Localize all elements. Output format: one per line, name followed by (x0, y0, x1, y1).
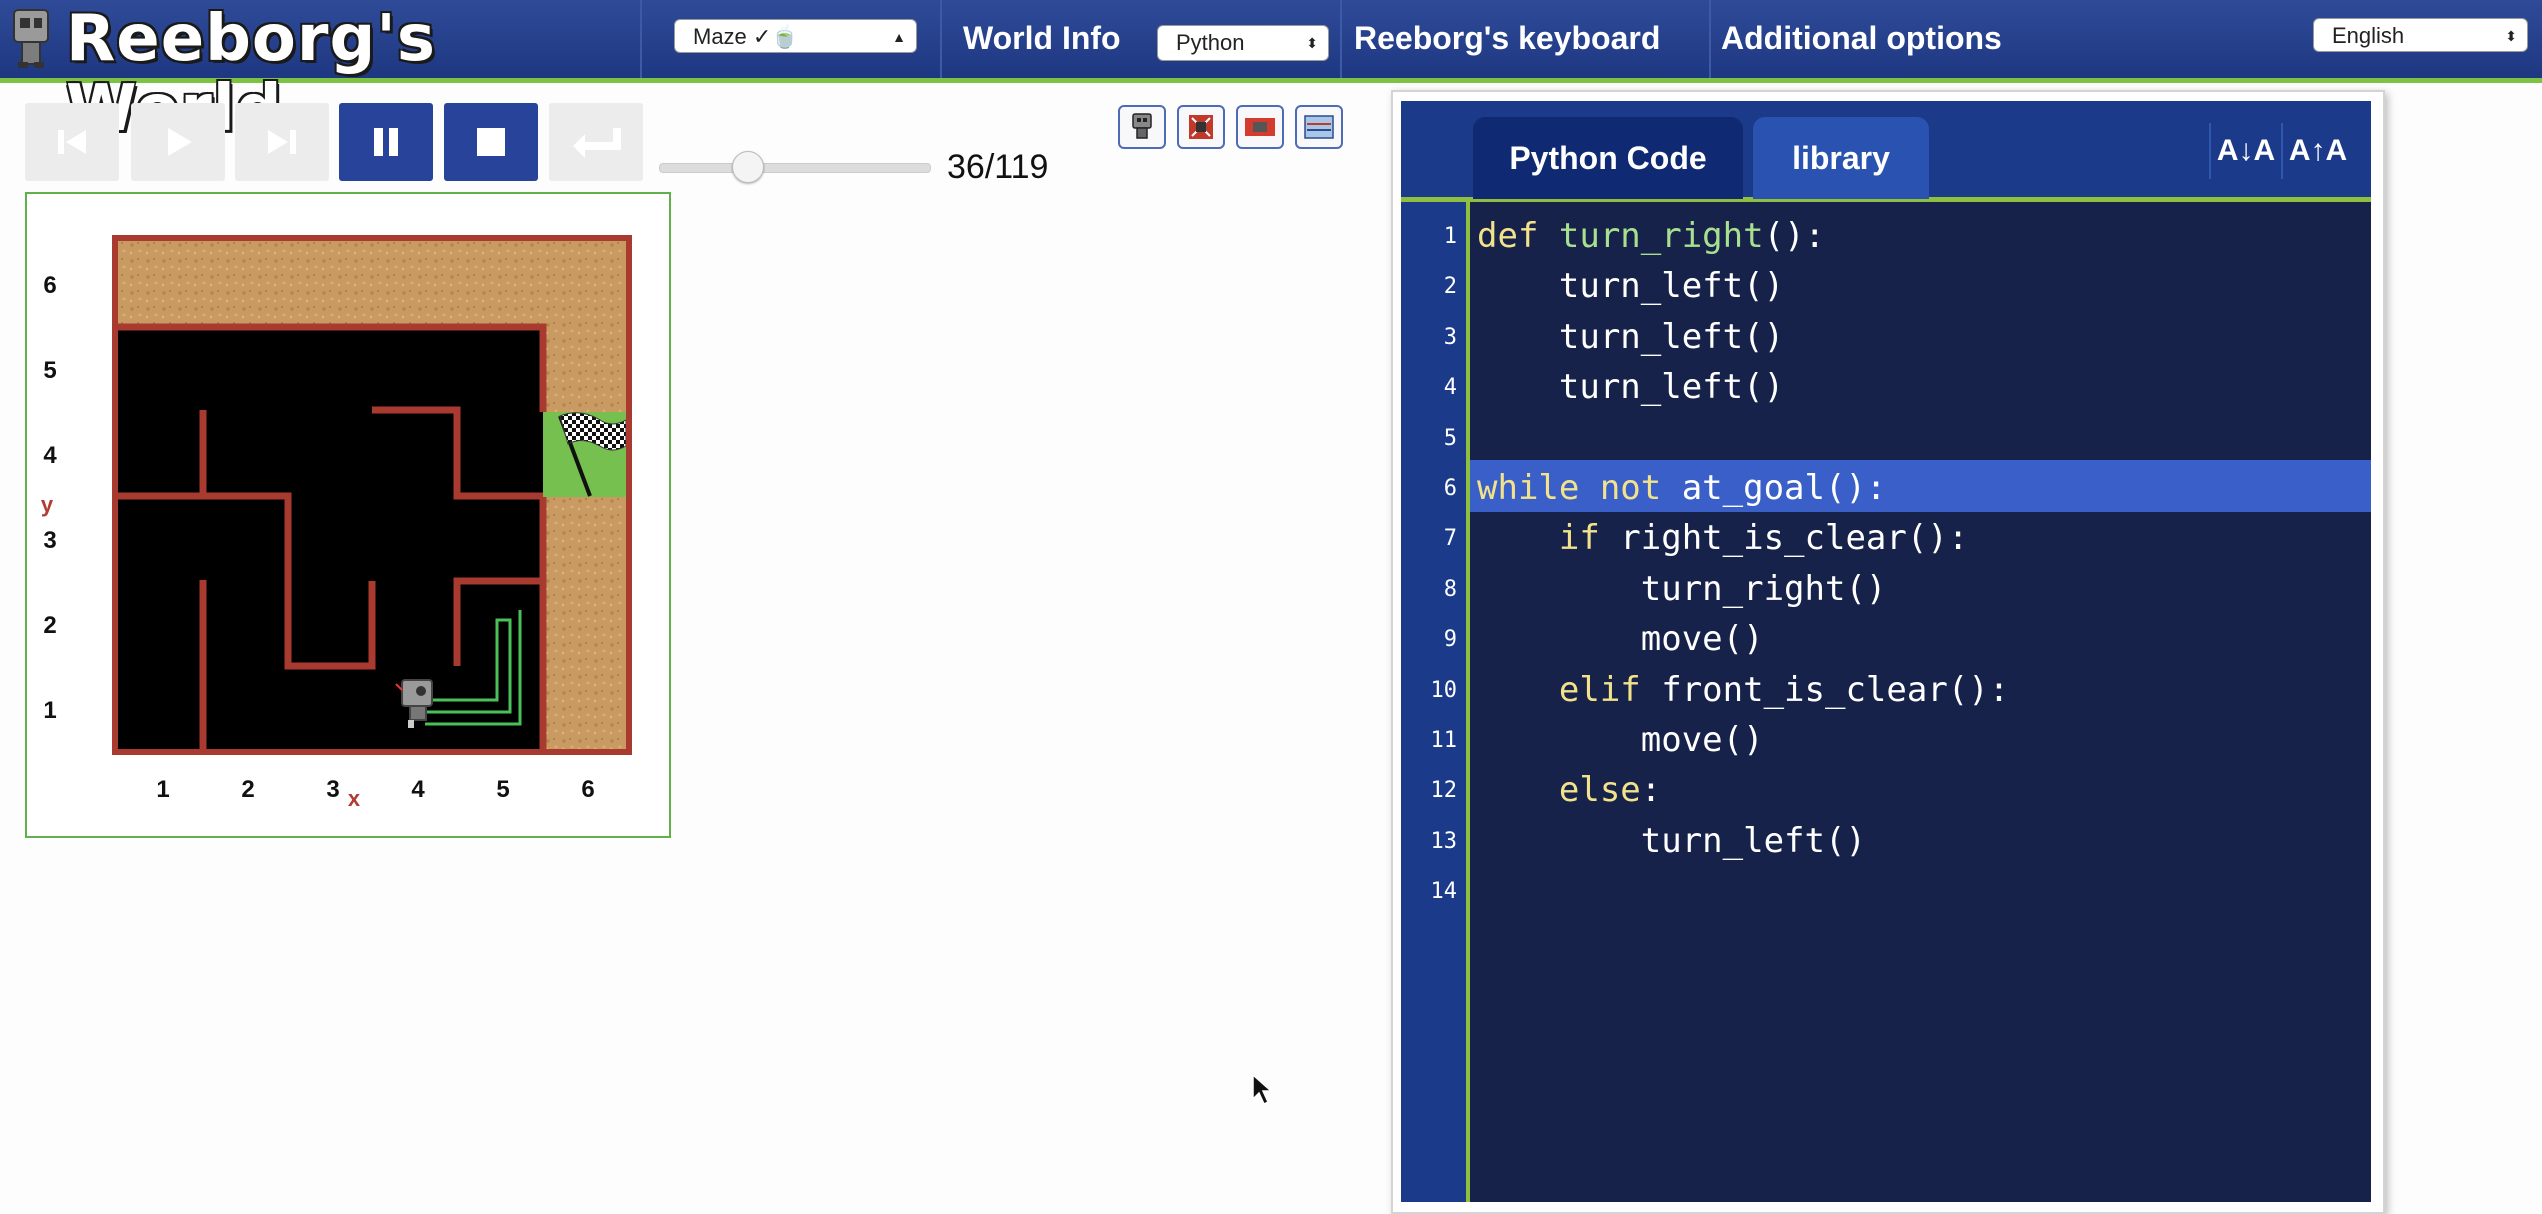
code-line: while not at_goal(): (1477, 468, 1886, 508)
step-counter: 36/119 (947, 148, 1049, 186)
line-number: 1 (1443, 224, 1457, 249)
increase-font-button[interactable]: A↑A (2281, 123, 2353, 179)
robot-toggle-icon[interactable] (1118, 105, 1166, 149)
code-line: def turn_right(): (1477, 216, 1825, 256)
line-number: 3 (1443, 324, 1457, 350)
reeborg-keyboard-link[interactable]: Reeborg's keyboard (1354, 14, 1660, 62)
code-token: else (1477, 770, 1641, 811)
code-editor-panel: Python Code library A↓A A↑A 1 2 3 4 5 6 7 8 9 10 1… (1401, 101, 2371, 1202)
code-token: turn_left() (1477, 316, 1785, 357)
code-line: turn_left() (1477, 821, 1866, 861)
speed-slider-knob[interactable] (731, 151, 764, 183)
line-number: 2 (1443, 274, 1457, 300)
tab-library[interactable]: library (1753, 117, 1929, 199)
nav-divider (940, 0, 942, 78)
code-line: move() (1477, 720, 1764, 760)
code-token: right_is_clear(): (1620, 518, 1969, 559)
code-token: if (1477, 518, 1621, 559)
code-token: turn_left() (1477, 266, 1785, 307)
code-token: move() (1477, 720, 1764, 760)
code-line: else: (1477, 770, 1661, 810)
line-number: 11 (1430, 728, 1458, 753)
code-token: at_goal(): (1681, 468, 1887, 508)
editor-tab-bar: Python Code library A↓A A↑A (1401, 101, 2371, 202)
maze-map (112, 235, 632, 755)
code-token: move() (1477, 619, 1764, 660)
map-options-icon[interactable] (1295, 105, 1343, 149)
code-line: turn_left() (1477, 266, 1784, 306)
code-token: turn_right() (1477, 568, 1887, 609)
nav-divider (1340, 0, 1342, 78)
code-token: while not (1477, 468, 1682, 508)
map-icon (1304, 115, 1334, 139)
select-arrows-icon: ⬍ (1306, 35, 1318, 51)
line-number: 12 (1430, 778, 1458, 804)
maze-floor (118, 327, 543, 752)
code-token: (): (1763, 216, 1826, 256)
select-arrows-icon: ⬍ (2505, 28, 2517, 44)
nav-divider (1709, 0, 1711, 78)
line-number: 13 (1430, 828, 1458, 854)
code-token: front_is_clear(): (1661, 669, 2010, 710)
code-token: : (1640, 770, 1662, 811)
line-number: 8 (1443, 576, 1457, 602)
objects-toggle-icon[interactable] (1236, 105, 1284, 149)
ui-language-value: English (2332, 23, 2405, 48)
code-line: elif front_is_clear(): (1477, 670, 2009, 710)
world-edit-icon[interactable] (1177, 105, 1225, 149)
line-number: 10 (1430, 677, 1458, 703)
code-line: turn_left() (1477, 317, 1784, 357)
world-select[interactable]: Maze ✓🍵 ▲ (674, 19, 917, 53)
line-number: 9 (1443, 627, 1457, 653)
code-line: turn_left() (1477, 367, 1784, 407)
world-select-value: Maze ✓🍵 (693, 24, 799, 49)
language-select-value: Python (1176, 30, 1245, 55)
programming-language-select[interactable]: Python ⬍ (1157, 25, 1329, 61)
decrease-font-button[interactable]: A↓A (2209, 123, 2281, 179)
code-line: if right_is_clear(): (1477, 518, 1968, 558)
code-line: move() (1477, 619, 1764, 659)
wall-x-icon (1189, 115, 1213, 139)
robot-icon (1132, 113, 1152, 139)
ui-language-select[interactable]: English ⬍ (2313, 18, 2528, 52)
line-number: 7 (1443, 526, 1457, 552)
code-token: turn_right (1558, 216, 1764, 256)
code-token: turn_left() (1477, 820, 1866, 861)
line-number-gutter: 1 2 3 4 5 6 7 8 9 10 11 12 13 14 (1401, 202, 1470, 1202)
tab-python-code[interactable]: Python Code (1473, 117, 1743, 199)
select-arrows-icon: ▲ (892, 29, 906, 45)
line-number: 5 (1443, 425, 1457, 451)
code-token: def (1477, 216, 1559, 256)
mouse-cursor-icon (1252, 1073, 1273, 1106)
line-number: 14 (1430, 879, 1458, 905)
code-token: elif (1477, 669, 1662, 710)
code-token: turn_left() (1477, 367, 1785, 408)
world-info-link[interactable]: World Info (963, 14, 1121, 62)
code-area[interactable]: def turn_right(): turn_left() turn_left(… (1470, 202, 2371, 1202)
line-number: 6 (1443, 476, 1457, 501)
code-line: turn_right() (1477, 568, 1887, 609)
line-number: 4 (1443, 375, 1457, 401)
beeper-tiles-icon (1245, 118, 1275, 136)
additional-options-link[interactable]: Additional options (1721, 14, 2002, 62)
